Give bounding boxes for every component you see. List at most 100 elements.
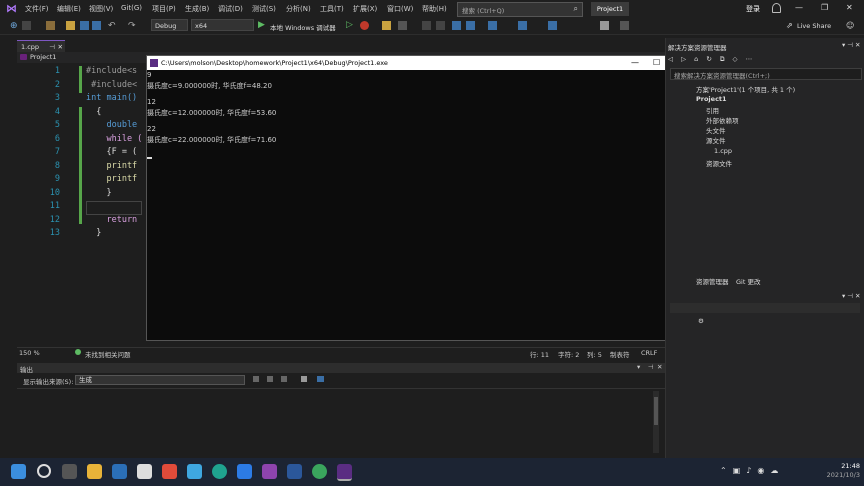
panel-options-icon[interactable]: ▾ ⊣ ✕	[842, 41, 861, 49]
menu-project[interactable]: 项目(P)	[152, 4, 176, 14]
app-icon[interactable]	[137, 464, 152, 479]
console-taskbar-icon[interactable]	[337, 464, 352, 481]
tree-node-references[interactable]: 引用	[706, 105, 719, 115]
back-icon[interactable]: ⊕	[10, 21, 19, 31]
menu-file[interactable]: 文件(F)	[25, 4, 49, 14]
console-maximize-icon[interactable]: ☐	[653, 56, 660, 70]
configuration-select[interactable]: Debug	[151, 19, 188, 31]
platform-select[interactable]: x64	[191, 19, 254, 31]
tab-solution-explorer[interactable]: 资源管理器	[696, 276, 729, 286]
tree-node-1cpp[interactable]: 1.cpp	[714, 147, 732, 155]
output-close-icon[interactable]: ✕	[657, 363, 662, 371]
tree-node-header-files[interactable]: 头文件	[706, 125, 726, 135]
redo-icon[interactable]: ↷	[128, 21, 137, 31]
menu-tools[interactable]: 工具(T)	[320, 4, 344, 14]
zoom-level[interactable]: 150 %	[19, 349, 40, 357]
visual-studio-logo-icon[interactable]: ⋈	[6, 3, 18, 15]
tabs-indicator[interactable]: 制表符	[610, 349, 630, 359]
properties-object-select[interactable]	[670, 303, 860, 313]
console-window[interactable]: C:\Users\molson\Desktop\homework\Project…	[146, 55, 696, 341]
uncomment-icon[interactable]	[466, 21, 475, 30]
edge-icon[interactable]	[212, 464, 227, 479]
account-icon[interactable]	[772, 3, 781, 13]
output-pin-icon[interactable]: ⊣	[648, 363, 654, 371]
app-icon[interactable]	[312, 464, 327, 479]
system-tray-icons[interactable]: ⌃▣♪◉☁	[720, 466, 784, 475]
project-node[interactable]: Project1	[696, 95, 727, 103]
menu-build[interactable]: 生成(B)	[185, 4, 209, 14]
next-message-icon[interactable]	[267, 376, 273, 382]
console-title-bar[interactable]: C:\Users\molson\Desktop\homework\Project…	[147, 56, 695, 70]
solution-toolbar-icons[interactable]: ◁ ▷ ⌂ ↻ ⧉ ◇ ⋯	[668, 55, 755, 64]
menu-help[interactable]: 帮助(H)	[422, 4, 447, 14]
col-indicator[interactable]: 列: 5	[587, 349, 602, 359]
next-bookmark-icon[interactable]	[548, 21, 557, 30]
project-scope-dropdown[interactable]: Project1	[30, 53, 56, 61]
prev-message-icon[interactable]	[253, 376, 259, 382]
solution-node[interactable]: 方案'Project1'(1 个项目, 共 1 个)	[696, 84, 795, 94]
menu-test[interactable]: 测试(S)	[252, 4, 276, 14]
tab-git-changes[interactable]: Git 更改	[736, 276, 760, 286]
new-project-icon[interactable]	[46, 21, 55, 30]
save-icon[interactable]	[80, 21, 89, 30]
indent-icon[interactable]	[422, 21, 431, 30]
run-debugger-button[interactable]: 本地 Windows 调试器	[270, 22, 336, 32]
app-icon[interactable]	[187, 464, 202, 479]
comment-icon[interactable]	[452, 21, 461, 30]
feedback-icon[interactable]: ☺	[846, 21, 854, 30]
app-icon[interactable]	[237, 464, 252, 479]
window-layout-icon[interactable]	[620, 21, 629, 30]
bookmark-icon[interactable]	[488, 21, 497, 30]
menu-extensions[interactable]: 扩展(X)	[353, 4, 377, 14]
toggle-wrap-icon[interactable]	[317, 376, 324, 382]
menu-git[interactable]: Git(G)	[121, 4, 142, 12]
tools-icon[interactable]	[398, 21, 407, 30]
close-icon[interactable]: ✕	[846, 3, 853, 12]
menu-debug[interactable]: 调试(D)	[218, 4, 243, 14]
properties-wrench-icon[interactable]: ⚙	[698, 317, 704, 325]
search-icon[interactable]	[37, 464, 51, 478]
issues-status[interactable]: 未找到相关问题	[85, 349, 131, 359]
task-view-icon[interactable]	[62, 464, 77, 479]
live-share-icon[interactable]: ⇗	[786, 21, 793, 30]
tree-node-external-deps[interactable]: 外部依赖项	[706, 115, 739, 125]
tree-node-resource-files[interactable]: 资源文件	[706, 158, 732, 168]
clear-all-icon[interactable]	[281, 376, 287, 382]
store-icon[interactable]	[112, 464, 127, 479]
minimize-icon[interactable]: —	[795, 3, 803, 12]
console-minimize-icon[interactable]: —	[631, 56, 639, 70]
solution-search-input[interactable]: 搜索解决方案资源管理器(Ctrl+;)	[670, 68, 862, 80]
outdent-icon[interactable]	[436, 21, 445, 30]
undo-icon[interactable]: ↶	[108, 21, 117, 31]
output-text-area[interactable]	[17, 388, 665, 457]
word-wrap-icon[interactable]	[301, 376, 307, 382]
menu-window[interactable]: 窗口(W)	[387, 4, 413, 14]
hot-reload-icon[interactable]	[360, 21, 369, 30]
menu-edit[interactable]: 编辑(E)	[57, 4, 81, 14]
nav-icon[interactable]	[22, 21, 31, 30]
output-source-select[interactable]: 生成	[75, 375, 245, 385]
start-without-debugging-icon[interactable]: ▷	[346, 20, 353, 30]
clear-bookmarks-icon[interactable]	[600, 21, 609, 30]
format-icon[interactable]	[518, 21, 527, 30]
visual-studio-icon[interactable]	[262, 464, 277, 479]
login-link[interactable]: 登录	[746, 4, 760, 14]
eol-indicator[interactable]: CRLF	[641, 349, 657, 357]
maximize-icon[interactable]: ❐	[821, 3, 828, 12]
output-scrollbar[interactable]	[653, 391, 659, 453]
file-explorer-icon[interactable]	[87, 464, 102, 479]
app-icon[interactable]	[162, 464, 177, 479]
output-scroll-thumb[interactable]	[654, 397, 658, 425]
browse-icon[interactable]	[382, 21, 391, 30]
menu-analyze[interactable]: 分析(N)	[286, 4, 311, 14]
output-options-icon[interactable]: ▾	[637, 363, 640, 371]
live-share-button[interactable]: Live Share	[797, 22, 831, 30]
tab-1cpp[interactable]: 1.cpp ⊣ ✕	[17, 40, 65, 52]
start-icon[interactable]	[11, 464, 26, 479]
menu-view[interactable]: 视图(V)	[89, 4, 113, 14]
play-icon[interactable]: ▶	[258, 20, 265, 30]
word-icon[interactable]	[287, 464, 302, 479]
taskbar-clock[interactable]: 21:48 2021/10/3	[812, 462, 860, 480]
tree-node-source-files[interactable]: 源文件	[706, 135, 726, 145]
line-indicator[interactable]: 行: 11	[530, 349, 549, 359]
